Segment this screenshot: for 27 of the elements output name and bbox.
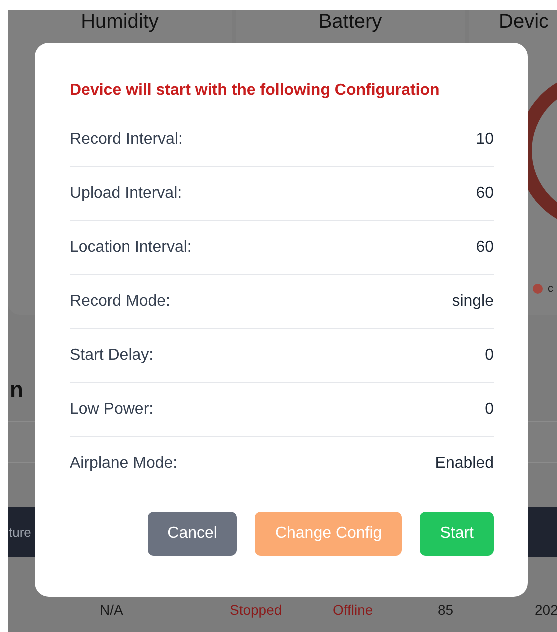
start-button[interactable]: Start [420, 512, 494, 556]
table-cell: Offline [333, 602, 374, 618]
column-header: ture [9, 524, 32, 540]
setting-value: 0 [485, 400, 494, 418]
setting-value: 10 [476, 130, 494, 148]
setting-value: 60 [476, 238, 494, 256]
setting-label: Record Interval: [70, 130, 183, 148]
setting-label: Location Interval: [70, 238, 192, 256]
cancel-button[interactable]: Cancel [148, 512, 238, 556]
setting-value: 0 [485, 346, 494, 364]
setting-value: single [452, 292, 494, 310]
table-cell: Stopped [230, 602, 282, 618]
setting-label: Upload Interval: [70, 184, 182, 202]
setting-label: Record Mode: [70, 292, 170, 310]
section-heading: n [10, 377, 24, 403]
legend-label: c [548, 283, 554, 295]
setting-value: 60 [476, 184, 494, 202]
setting-value: Enabled [435, 454, 494, 472]
table-cell: 85 [438, 602, 454, 618]
table-cell: N/A [100, 602, 124, 618]
setting-label: Low Power: [70, 400, 154, 418]
dialog-title: Device will start with the following Configuration [70, 81, 441, 101]
setting-label: Airplane Mode: [70, 454, 178, 472]
setting-label: Start Delay: [70, 346, 154, 364]
card-title: Battery [318, 10, 382, 34]
card-title: Humidity [81, 10, 159, 34]
card-title: Devic [499, 10, 550, 34]
